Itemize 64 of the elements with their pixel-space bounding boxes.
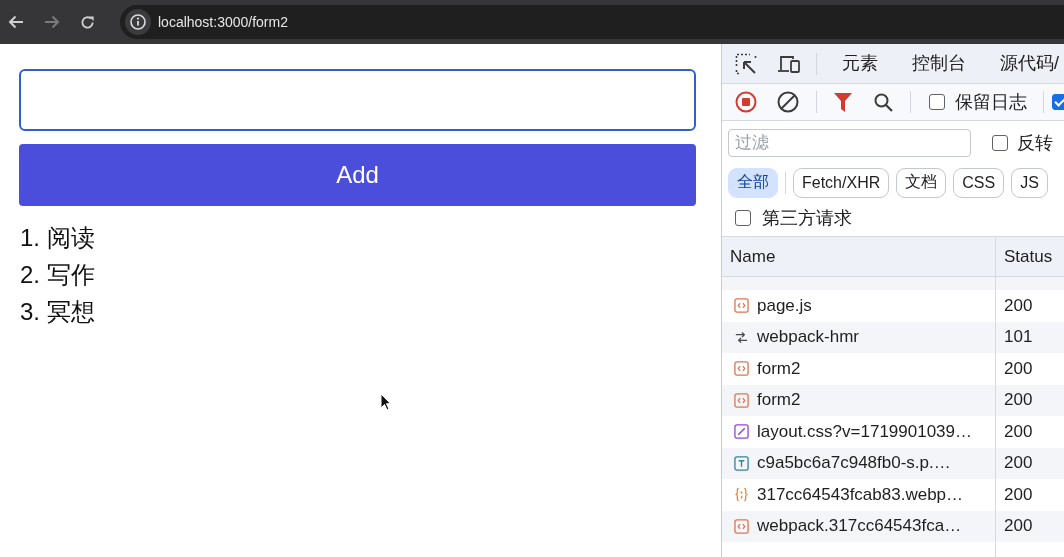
code-file-icon <box>734 518 749 534</box>
list-item: 1. 阅读 <box>19 223 95 253</box>
address-bar[interactable]: localhost:3000/form2 <box>120 5 1064 39</box>
filter-chip[interactable]: 文档 <box>896 167 947 198</box>
request-row[interactable]: webpack-hmr 101 <box>722 321 1064 353</box>
filter-chip[interactable]: Fetch/XHR <box>793 167 890 198</box>
request-name: webpack.317cc64543fca… <box>757 516 962 537</box>
devtools-tab[interactable]: 控制台 <box>895 44 983 84</box>
status-code: 101 <box>1003 326 1034 349</box>
info-icon[interactable] <box>125 9 151 35</box>
status-code: 200 <box>1003 452 1034 475</box>
request-row[interactable]: webpack.317cc64543fca… 200 <box>722 510 1064 542</box>
devtools-tab[interactable]: 元素 <box>825 44 895 84</box>
checkbox[interactable] <box>992 135 1008 151</box>
url-text: localhost:3000/form2 <box>158 14 288 30</box>
status-code: 200 <box>1003 515 1034 538</box>
list-item: 2. 写作 <box>19 260 95 290</box>
column-header[interactable]: Name <box>722 237 996 276</box>
clear-icon[interactable] <box>777 91 799 113</box>
request-name: webpack-hmr <box>757 327 860 348</box>
reload-icon[interactable] <box>80 14 95 30</box>
checkbox-label: 第三方请求 <box>762 207 852 230</box>
letter-t-icon <box>734 455 749 471</box>
status-code: 200 <box>1003 483 1034 506</box>
status-code: 200 <box>1003 357 1034 380</box>
checkbox[interactable] <box>735 210 751 226</box>
request-name: form2 <box>757 358 801 379</box>
filter-icon[interactable] <box>834 92 852 112</box>
braces-icon <box>734 487 749 503</box>
request-row[interactable]: c9a5bc6a7c948fb0-s.p.… 200 <box>722 447 1064 479</box>
text-input[interactable] <box>19 69 696 131</box>
mouse-pointer-icon <box>380 393 391 411</box>
checkbox[interactable] <box>1052 94 1064 110</box>
arrows-icon <box>734 329 749 345</box>
back-icon[interactable] <box>8 15 24 29</box>
code-file-icon <box>734 361 749 377</box>
checkbox[interactable] <box>929 94 945 110</box>
device-toolbar-icon[interactable] <box>777 53 800 74</box>
filter-chip[interactable]: CSS <box>953 167 1005 198</box>
checkbox-label: 保留日志 <box>955 91 1027 114</box>
pen-file-icon <box>734 424 749 440</box>
status-code: 200 <box>1003 420 1034 443</box>
request-name: form2 <box>757 390 801 411</box>
filter-input[interactable]: 过滤 <box>728 129 971 157</box>
request-name: c9a5bc6a7c948fb0-s.p.… <box>757 453 951 474</box>
checkbox-label: 反转 <box>1017 132 1053 155</box>
inspect-element-icon[interactable] <box>735 52 757 75</box>
add-button[interactable]: Add <box>19 144 696 206</box>
search-icon[interactable] <box>874 92 893 112</box>
stop-recording-icon[interactable] <box>735 91 757 113</box>
filter-chip[interactable]: JS <box>1011 167 1048 198</box>
devtools-tab[interactable]: 源代码/ <box>983 44 1064 84</box>
status-code: 200 <box>1003 294 1034 317</box>
forward-icon[interactable] <box>44 15 60 29</box>
request-row[interactable]: form2 200 <box>722 384 1064 416</box>
code-file-icon <box>734 392 749 408</box>
request-name: page.js <box>757 295 812 316</box>
list-item: 3. 冥想 <box>19 297 95 327</box>
status-code: 200 <box>1003 389 1034 412</box>
column-header[interactable]: Status <box>996 237 1064 276</box>
filter-chip[interactable]: 全部 <box>728 167 778 198</box>
request-name: 317cc64543fcab83.webp… <box>757 484 964 505</box>
code-file-icon <box>734 298 749 314</box>
request-name: layout.css?v=1719901039… <box>757 421 972 442</box>
